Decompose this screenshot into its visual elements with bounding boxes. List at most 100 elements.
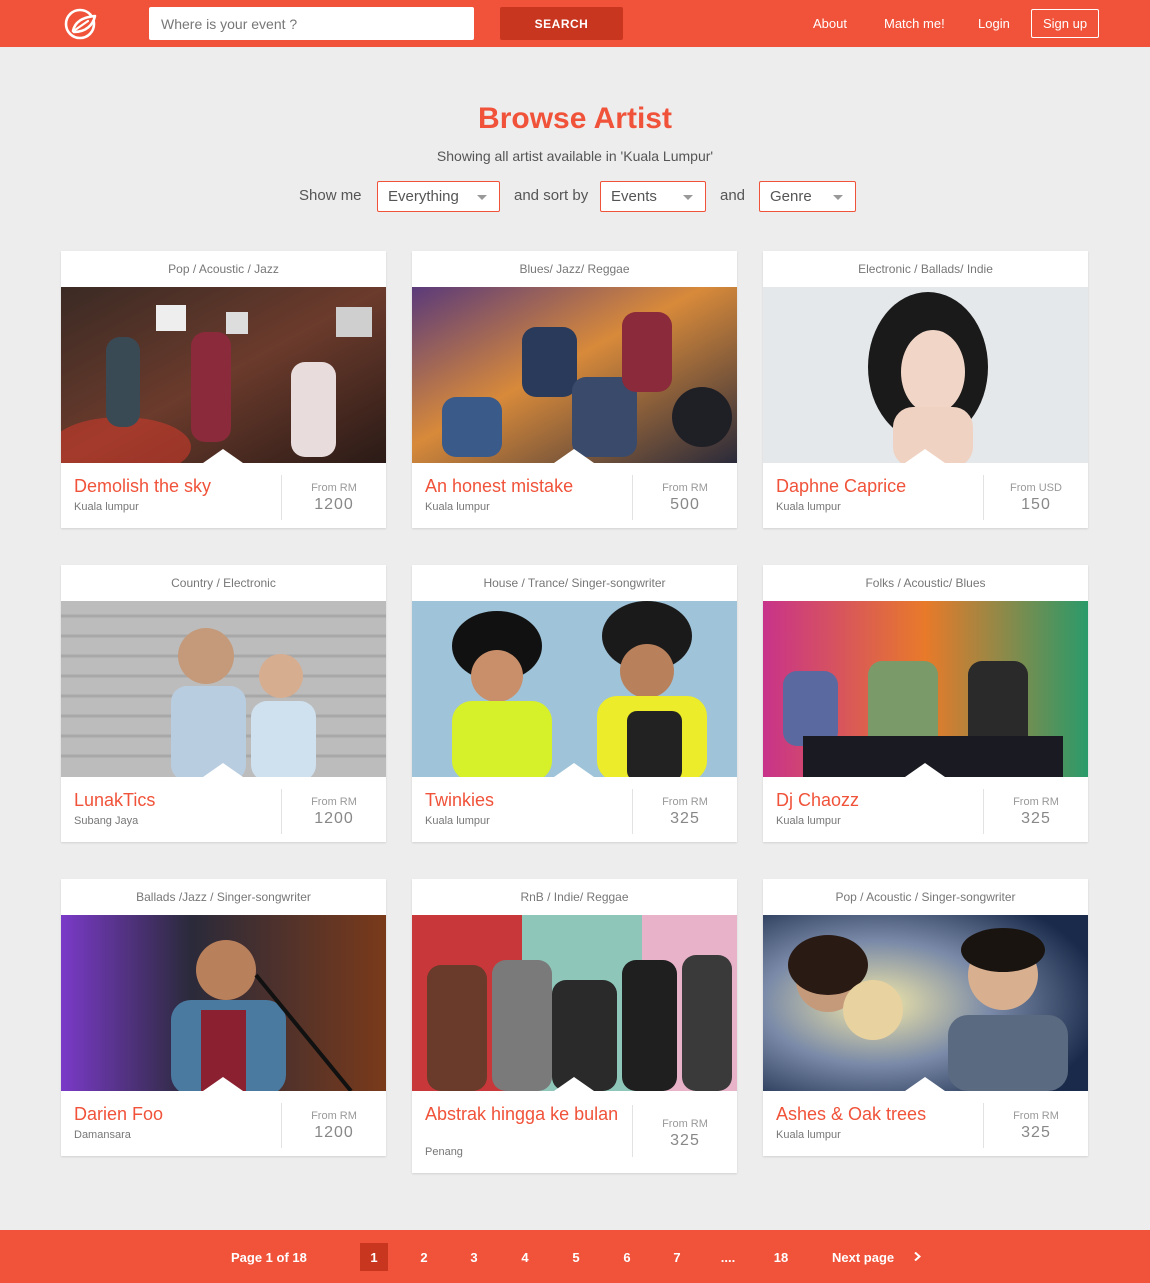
artist-city: Kuala lumpur bbox=[776, 815, 841, 827]
card-notch bbox=[203, 449, 243, 463]
price-from-label: From USD bbox=[1010, 482, 1062, 494]
artist-genre: RnB / Indie/ Reggae bbox=[520, 890, 629, 904]
card-notch bbox=[554, 449, 594, 463]
and-label: and bbox=[720, 187, 746, 204]
leaf-logo-icon[interactable] bbox=[62, 7, 100, 41]
artist-photo[interactable] bbox=[763, 287, 1088, 463]
artist-card[interactable]: Folks / Acoustic/ Blues Dj Chaozz Kuala … bbox=[763, 565, 1088, 842]
chevron-down-icon bbox=[683, 195, 693, 200]
artist-price: 150 bbox=[1021, 496, 1051, 513]
artist-name[interactable]: Abstrak hingga ke bulan bbox=[425, 1105, 625, 1123]
artist-price: 325 bbox=[670, 1132, 700, 1149]
artist-genre: Ballads /Jazz / Singer-songwriter bbox=[136, 890, 311, 904]
artist-photo[interactable] bbox=[412, 601, 737, 777]
chevron-down-icon bbox=[833, 195, 843, 200]
artist-card[interactable]: Ballads /Jazz / Singer-songwriter Darien… bbox=[61, 879, 386, 1156]
nav-about-link[interactable]: About bbox=[813, 16, 847, 31]
artist-genre: Folks / Acoustic/ Blues bbox=[865, 576, 986, 590]
artist-price: 500 bbox=[670, 496, 700, 513]
show-me-value: Everything bbox=[388, 188, 459, 205]
artist-city: Kuala lumpur bbox=[776, 1129, 841, 1141]
chevron-right-icon[interactable] bbox=[913, 1252, 922, 1261]
nav-login-link[interactable]: Login bbox=[978, 16, 1010, 31]
page-link-1[interactable]: 1 bbox=[360, 1243, 388, 1271]
artist-card[interactable]: Country / Electronic LunakTics Subang Ja… bbox=[61, 565, 386, 842]
price-from-label: From RM bbox=[311, 482, 357, 494]
artist-photo[interactable] bbox=[763, 915, 1088, 1091]
artist-card[interactable]: Pop / Acoustic / Singer-songwriter Ashes… bbox=[763, 879, 1088, 1156]
genre-value: Genre bbox=[770, 188, 812, 205]
card-notch bbox=[554, 763, 594, 777]
artist-genre: Pop / Acoustic / Jazz bbox=[168, 262, 279, 276]
price-from-label: From RM bbox=[662, 796, 708, 808]
page-link-4[interactable]: 4 bbox=[511, 1243, 539, 1271]
event-search-input[interactable] bbox=[149, 7, 474, 40]
page-info: Page 1 of 18 bbox=[231, 1250, 307, 1265]
artist-photo[interactable] bbox=[61, 915, 386, 1091]
card-notch bbox=[554, 1077, 594, 1091]
artist-name[interactable]: Daphne Caprice bbox=[776, 477, 976, 495]
signup-button[interactable]: Sign up bbox=[1031, 9, 1099, 38]
price-from-label: From RM bbox=[1013, 796, 1059, 808]
page-link-7[interactable]: 7 bbox=[663, 1243, 691, 1271]
page-ellipsis: .... bbox=[720, 1249, 736, 1265]
artist-name[interactable]: An honest mistake bbox=[425, 477, 625, 495]
artist-genre: Pop / Acoustic / Singer-songwriter bbox=[835, 890, 1016, 904]
price-from-label: From RM bbox=[1013, 1110, 1059, 1122]
artist-price: 325 bbox=[1021, 1124, 1051, 1141]
page-link-5[interactable]: 5 bbox=[562, 1243, 590, 1271]
card-notch bbox=[203, 1077, 243, 1091]
artist-price: 1200 bbox=[314, 496, 354, 513]
search-button[interactable]: SEARCH bbox=[500, 7, 623, 40]
page-link-2[interactable]: 2 bbox=[410, 1243, 438, 1271]
artist-name[interactable]: Dj Chaozz bbox=[776, 791, 976, 809]
card-notch bbox=[905, 1077, 945, 1091]
show-me-label: Show me bbox=[299, 187, 362, 204]
page-link-3[interactable]: 3 bbox=[460, 1243, 488, 1271]
page-title: Browse Artist bbox=[478, 102, 672, 135]
artist-card[interactable]: Electronic / Ballads/ Indie Daphne Capri… bbox=[763, 251, 1088, 528]
artist-card[interactable]: Blues/ Jazz/ Reggae An honest mistake Ku… bbox=[412, 251, 737, 528]
artist-photo[interactable] bbox=[412, 287, 737, 463]
artist-price: 325 bbox=[1021, 810, 1051, 827]
page-link-18[interactable]: 18 bbox=[767, 1243, 795, 1271]
artist-city: Kuala lumpur bbox=[425, 815, 490, 827]
artist-card[interactable]: House / Trance/ Singer-songwriter Twinki… bbox=[412, 565, 737, 842]
chevron-down-icon bbox=[477, 195, 487, 200]
nav-match-me-link[interactable]: Match me! bbox=[884, 16, 945, 31]
artist-photo[interactable] bbox=[61, 601, 386, 777]
sort-by-value: Events bbox=[611, 188, 657, 205]
artist-name[interactable]: Demolish the sky bbox=[74, 477, 274, 495]
artist-city: Damansara bbox=[74, 1129, 131, 1141]
next-page-link[interactable]: Next page bbox=[832, 1250, 894, 1265]
card-notch bbox=[905, 449, 945, 463]
artist-city: Kuala lumpur bbox=[776, 501, 841, 513]
top-navbar: SEARCH About Match me! Login Sign up bbox=[0, 0, 1150, 47]
show-me-select[interactable]: Everything bbox=[377, 181, 500, 212]
artist-name[interactable]: LunakTics bbox=[74, 791, 274, 809]
price-from-label: From RM bbox=[662, 1118, 708, 1130]
artist-genre: Country / Electronic bbox=[171, 576, 276, 590]
price-from-label: From RM bbox=[311, 796, 357, 808]
price-from-label: From RM bbox=[311, 1110, 357, 1122]
artist-city: Kuala lumpur bbox=[425, 501, 490, 513]
artist-city: Kuala lumpur bbox=[74, 501, 139, 513]
artist-price: 325 bbox=[670, 810, 700, 827]
sort-by-label: and sort by bbox=[514, 187, 589, 204]
artist-name[interactable]: Darien Foo bbox=[74, 1105, 274, 1123]
card-notch bbox=[905, 763, 945, 777]
artist-card[interactable]: Pop / Acoustic / Jazz Demolish the sky K… bbox=[61, 251, 386, 528]
card-notch bbox=[203, 763, 243, 777]
artist-photo[interactable] bbox=[61, 287, 386, 463]
artist-name[interactable]: Ashes & Oak trees bbox=[776, 1105, 976, 1123]
artist-photo[interactable] bbox=[763, 601, 1088, 777]
sort-by-select[interactable]: Events bbox=[600, 181, 706, 212]
artist-city: Subang Jaya bbox=[74, 815, 139, 827]
price-from-label: From RM bbox=[662, 482, 708, 494]
artist-card[interactable]: RnB / Indie/ Reggae Abstrak hingga ke bu… bbox=[412, 879, 737, 1173]
pagination-bar: Page 1 of 18 1 2 3 4 5 6 7 .... 18 Next … bbox=[0, 1230, 1150, 1283]
artist-photo[interactable] bbox=[412, 915, 737, 1091]
genre-select[interactable]: Genre bbox=[759, 181, 856, 212]
artist-name[interactable]: Twinkies bbox=[425, 791, 625, 809]
page-link-6[interactable]: 6 bbox=[613, 1243, 641, 1271]
